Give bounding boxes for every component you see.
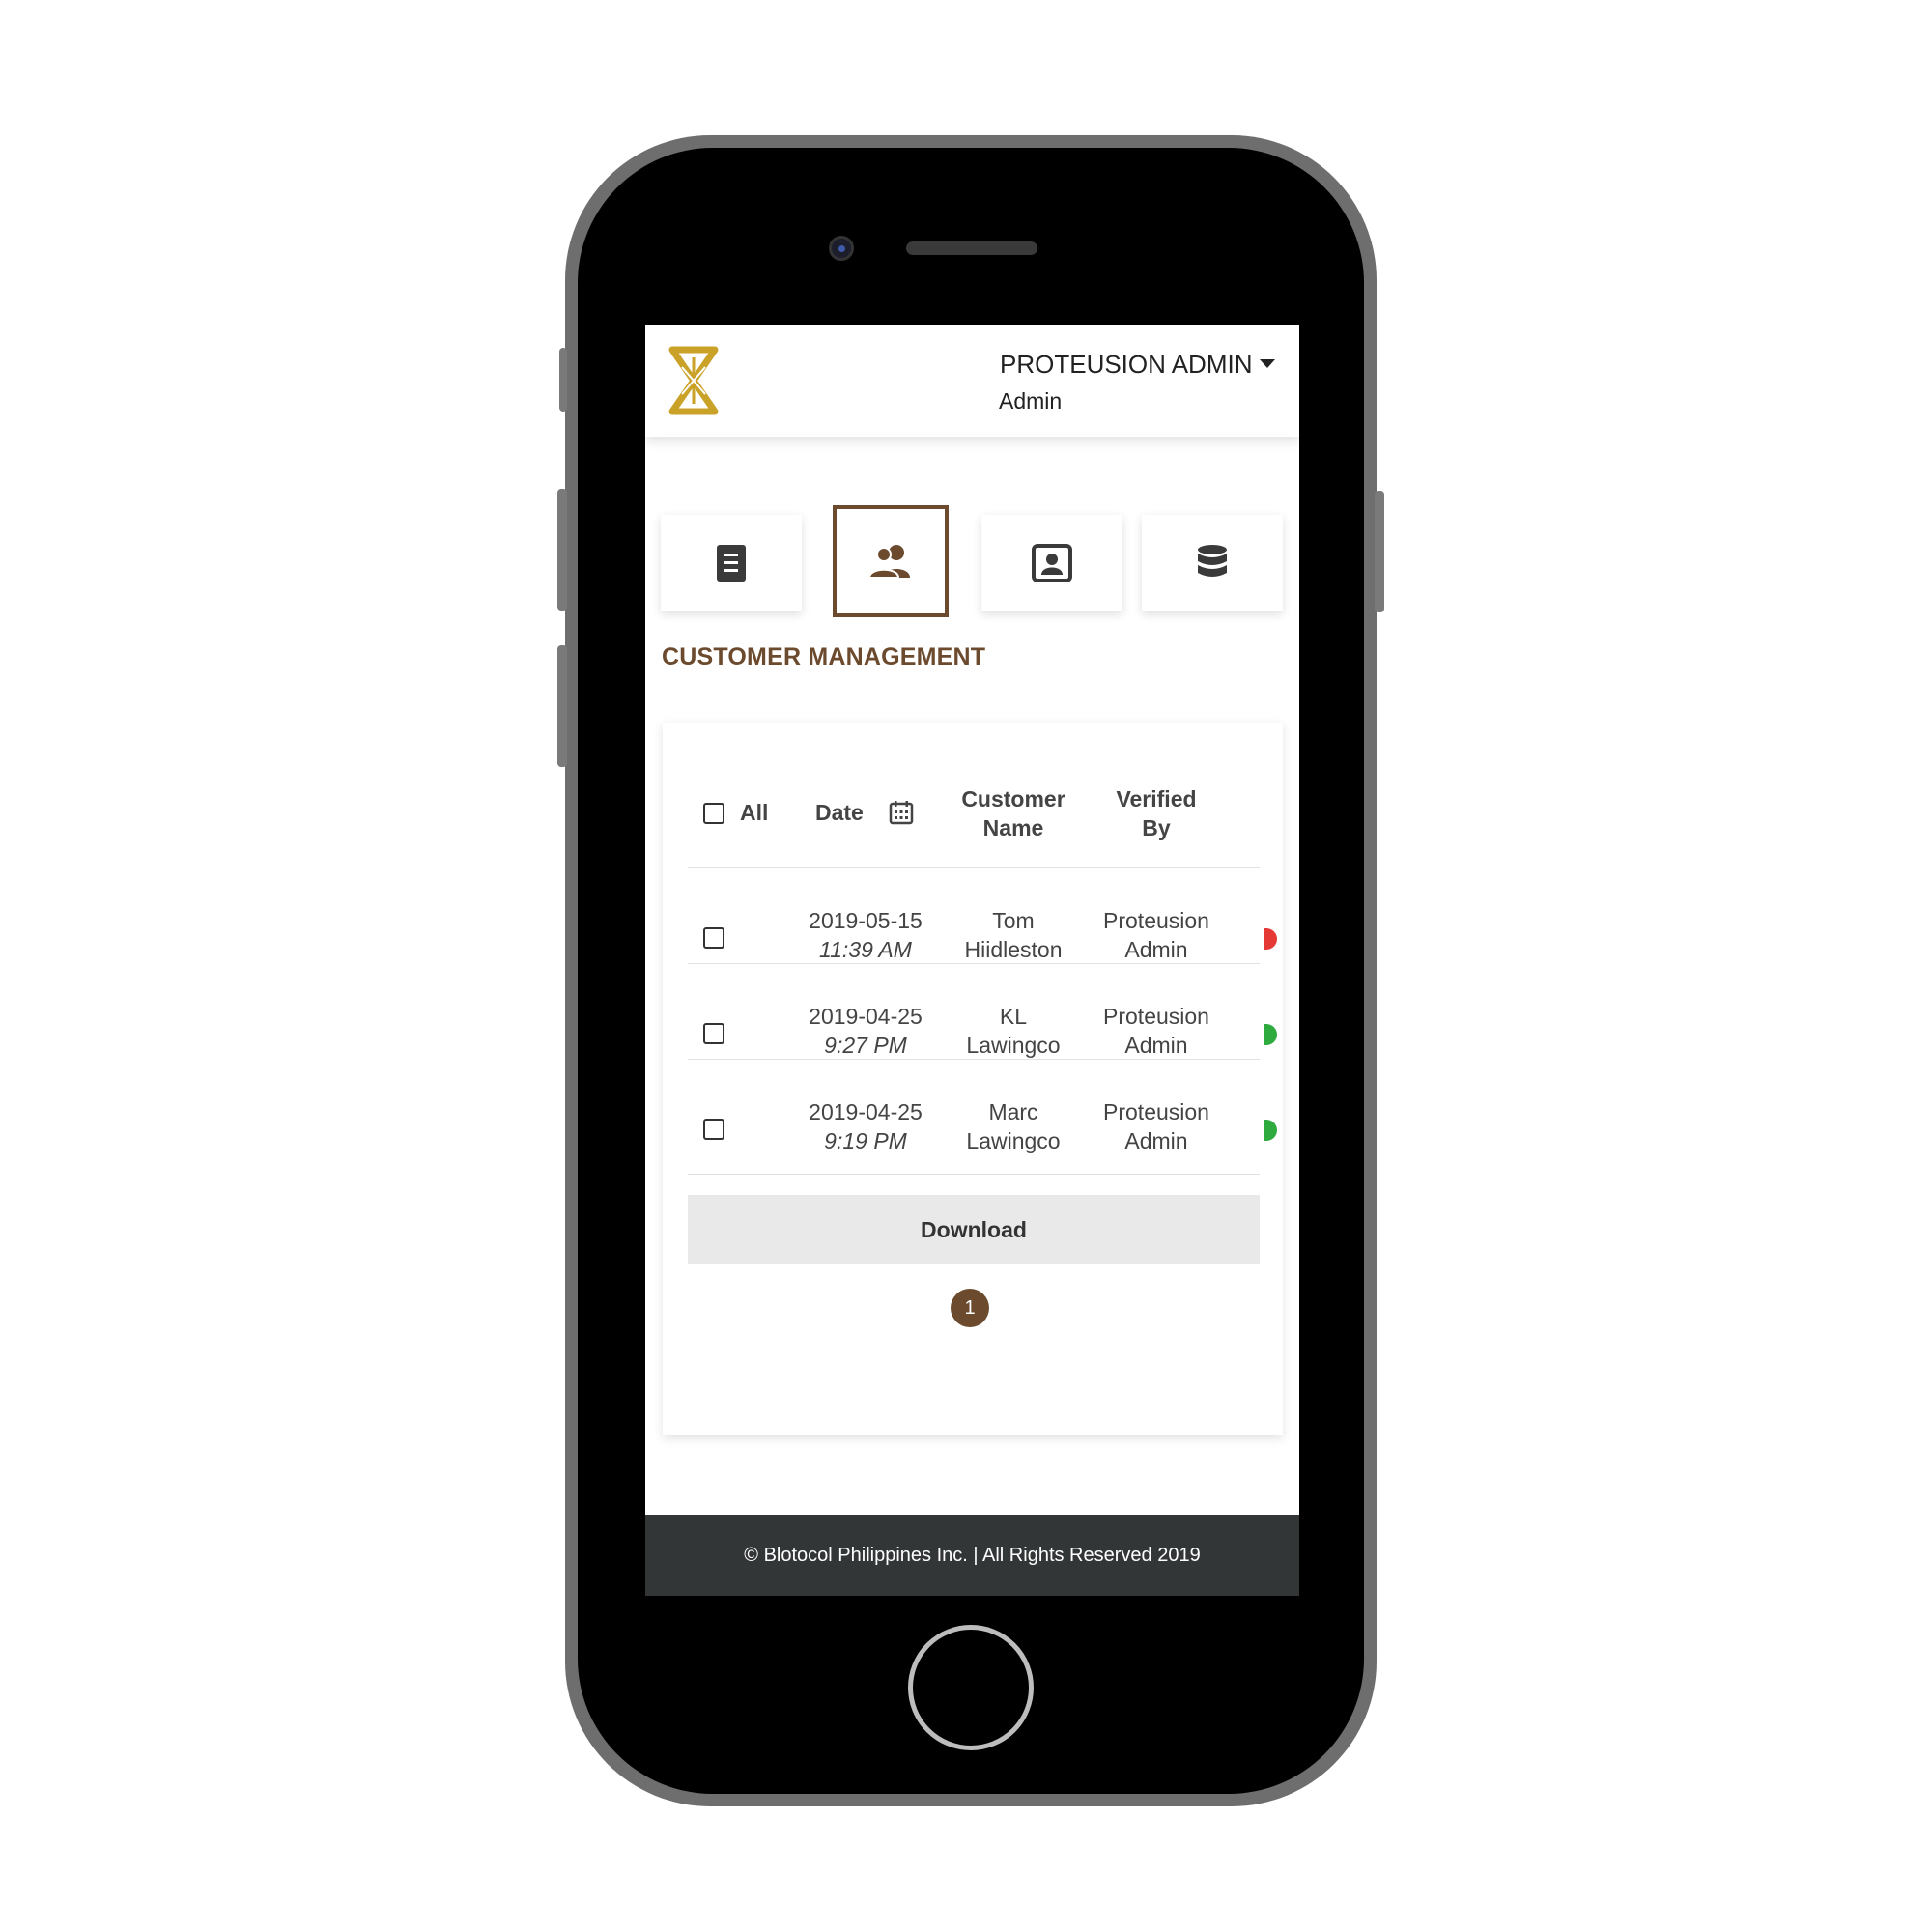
- volume-down-button: [557, 645, 567, 767]
- row-customer-name-line1: Marc: [988, 1099, 1038, 1124]
- row-verified-by-line1: Proteusion: [1103, 1004, 1209, 1029]
- row-date: 2019-05-15 11:39 AM: [793, 906, 938, 964]
- row-time-value: 9:19 PM: [824, 1128, 907, 1153]
- row-customer-name-line1: KL: [999, 1004, 1028, 1029]
- row-date: 2019-04-25 9:19 PM: [793, 1097, 938, 1155]
- user-role: Admin: [999, 388, 1063, 413]
- pagination-page-button[interactable]: 1: [951, 1289, 989, 1327]
- row-verified-by-line2: Admin: [1124, 1128, 1188, 1153]
- row-time-value: 11:39 AM: [819, 937, 912, 962]
- row-verified-by-line1: Proteusion: [1103, 1099, 1209, 1124]
- row-customer-name: KL Lawingco: [952, 1002, 1074, 1060]
- tab-database[interactable]: [1142, 515, 1283, 611]
- volume-up-button: [557, 489, 567, 611]
- top-bar: PROTEUSION ADMIN Admin: [645, 325, 1299, 437]
- row-date-value: 2019-04-25: [809, 1099, 923, 1124]
- side-button-left-top: [559, 348, 567, 412]
- tab-documents[interactable]: [661, 515, 802, 611]
- power-button: [1375, 491, 1384, 612]
- column-header-customer-name-line2: Name: [982, 815, 1044, 840]
- status-indicator: [1264, 1120, 1277, 1141]
- calendar-icon[interactable]: [889, 800, 914, 825]
- row-date-value: 2019-05-15: [809, 908, 923, 933]
- column-header-customer-name: Customer Name: [952, 784, 1074, 842]
- row-date-value: 2019-04-25: [809, 1004, 923, 1029]
- row-customer-name-line2: Lawingco: [966, 1128, 1061, 1153]
- home-button[interactable]: [908, 1625, 1034, 1750]
- status-indicator: [1264, 928, 1277, 950]
- select-all-checkbox[interactable]: [703, 803, 724, 824]
- row-time-value: 9:27 PM: [824, 1033, 907, 1058]
- row-checkbox[interactable]: [703, 927, 724, 949]
- database-icon: [1198, 545, 1227, 577]
- user-name[interactable]: PROTEUSION ADMIN: [1000, 350, 1252, 380]
- row-customer-name-line2: Lawingco: [966, 1033, 1061, 1058]
- table-bottom-divider: [688, 1174, 1260, 1175]
- page-title: CUSTOMER MANAGEMENT: [662, 643, 986, 670]
- row-divider: [688, 1059, 1260, 1060]
- app-screen: PROTEUSION ADMIN Admin CUSTOMER MANAGEME…: [645, 325, 1299, 1596]
- row-customer-name-line2: Hiidleston: [964, 937, 1063, 962]
- status-indicator: [1264, 1024, 1277, 1045]
- column-header-verified-by-line2: By: [1142, 815, 1171, 840]
- row-date: 2019-04-25 9:27 PM: [793, 1002, 938, 1060]
- row-customer-name: Tom Hiidleston: [952, 906, 1074, 964]
- front-camera: [829, 236, 854, 261]
- row-verified-by: Proteusion Admin: [1103, 906, 1209, 964]
- document-icon: [717, 545, 746, 582]
- column-header-date[interactable]: Date: [815, 798, 864, 827]
- contact-card-icon: [1032, 544, 1072, 582]
- chevron-down-icon[interactable]: [1260, 359, 1275, 368]
- row-customer-name-line1: Tom: [992, 908, 1035, 933]
- row-verified-by-line2: Admin: [1124, 937, 1188, 962]
- row-divider: [688, 867, 1260, 868]
- row-verified-by-line1: Proteusion: [1103, 908, 1209, 933]
- users-icon: [867, 545, 910, 579]
- customer-table-card: All Date Customer Name Verified By 2019-…: [663, 723, 1283, 1435]
- tab-contacts[interactable]: [981, 515, 1122, 611]
- earpiece-speaker: [906, 242, 1037, 255]
- column-header-verified-by-line1: Verified: [1116, 786, 1197, 811]
- column-header-verified-by: Verified By: [1103, 784, 1209, 842]
- row-verified-by-line2: Admin: [1124, 1033, 1188, 1058]
- column-header-customer-name-line1: Customer: [961, 786, 1065, 811]
- row-divider: [688, 963, 1260, 964]
- tab-customers[interactable]: [833, 505, 949, 617]
- footer: © Blotocol Philippines Inc. | All Rights…: [645, 1515, 1299, 1596]
- download-button[interactable]: Download: [688, 1195, 1260, 1264]
- column-header-all: All: [740, 800, 769, 825]
- brand-logo: [668, 346, 719, 415]
- row-verified-by: Proteusion Admin: [1103, 1002, 1209, 1060]
- row-verified-by: Proteusion Admin: [1103, 1097, 1209, 1155]
- row-checkbox[interactable]: [703, 1023, 724, 1044]
- row-checkbox[interactable]: [703, 1119, 724, 1140]
- row-customer-name: Marc Lawingco: [952, 1097, 1074, 1155]
